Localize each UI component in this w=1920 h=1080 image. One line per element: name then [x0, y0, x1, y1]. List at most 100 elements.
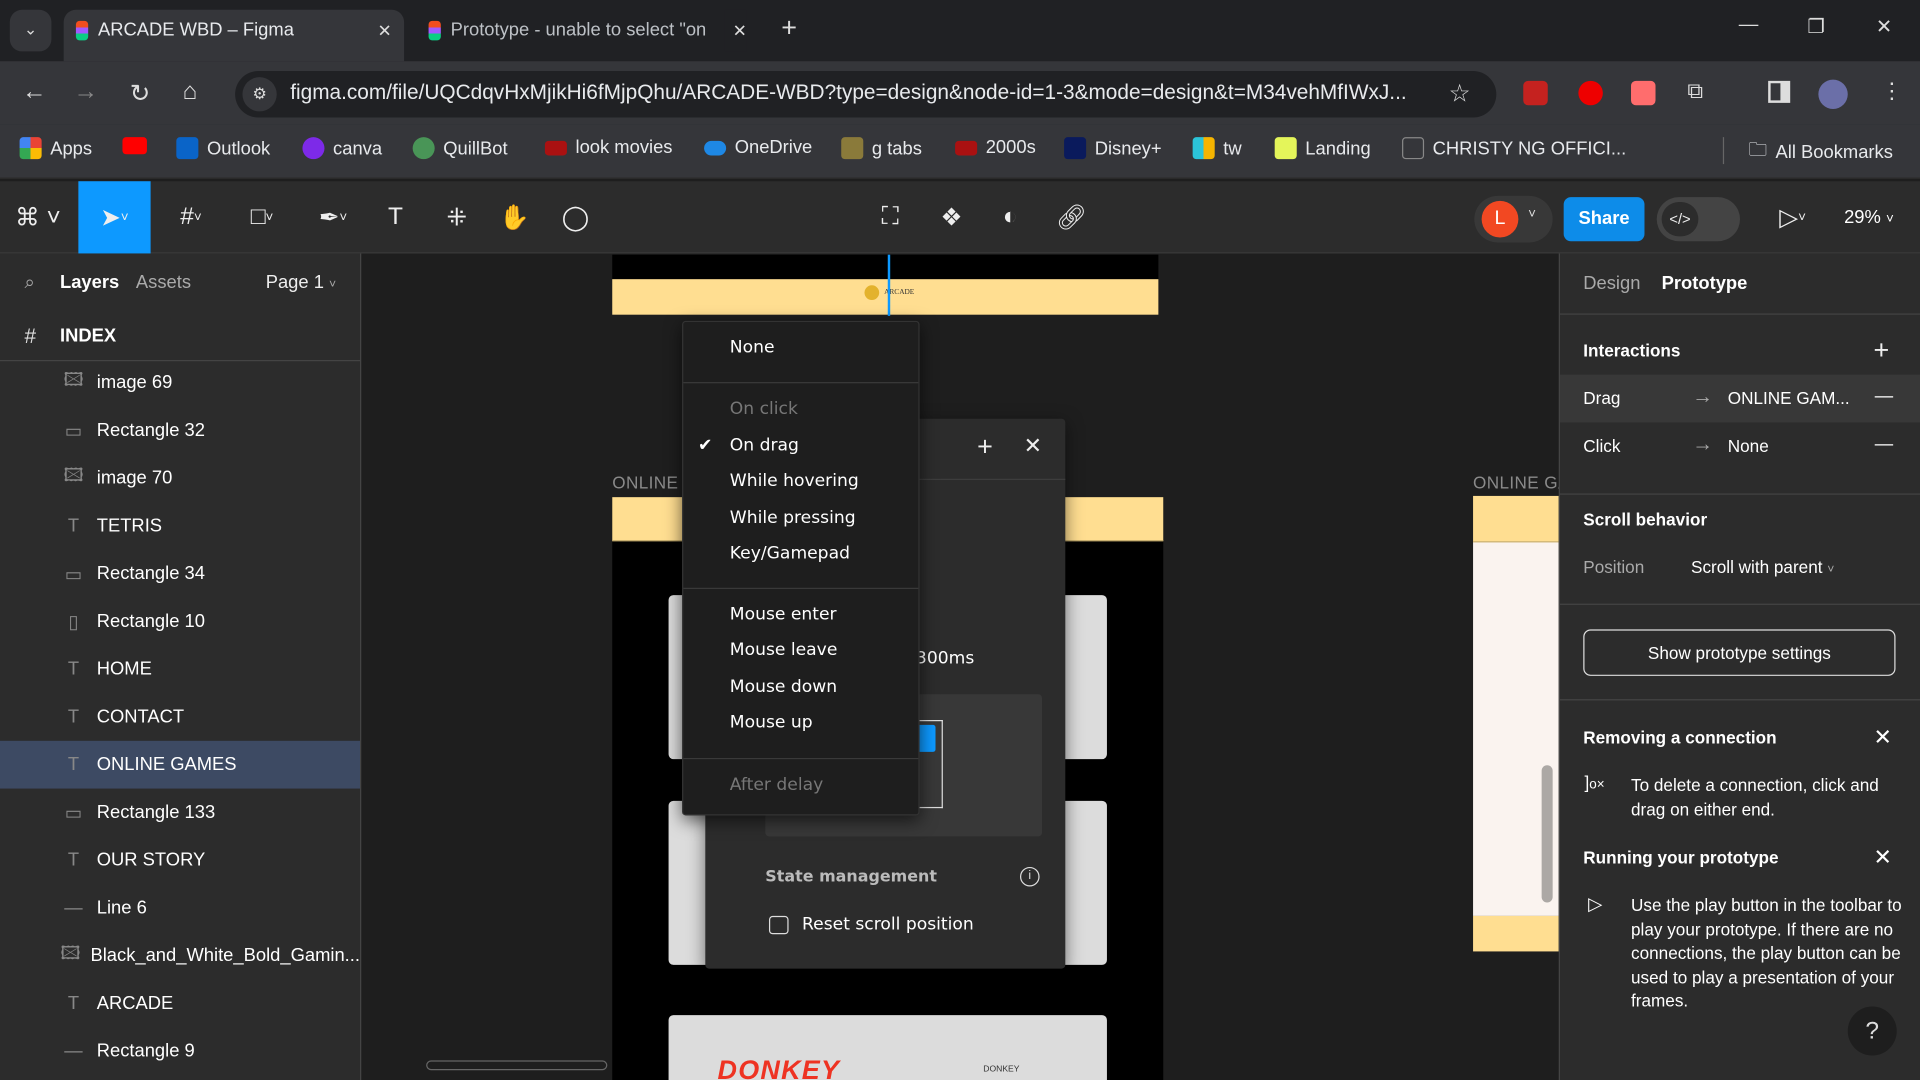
- close-icon[interactable]: ✕: [1024, 433, 1042, 459]
- bookmark-quillbot[interactable]: QuillBot: [412, 137, 508, 160]
- bookmark-outlook[interactable]: Outlook: [176, 137, 270, 160]
- frame-selection-icon[interactable]: ⛶: [872, 181, 909, 253]
- horizontal-scrollbar[interactable]: [426, 1060, 608, 1071]
- close-tip-icon[interactable]: ✕: [1873, 845, 1891, 871]
- minimize-icon[interactable]: —: [1739, 15, 1759, 37]
- vm-extension-icon[interactable]: [1523, 80, 1548, 106]
- present-play-icon[interactable]: ▷ ˅: [1768, 181, 1817, 253]
- frame-tool-icon[interactable]: # ˅: [164, 181, 218, 253]
- close-tab-icon[interactable]: ✕: [725, 9, 747, 52]
- bookmark-christy-ng[interactable]: CHRISTY NG OFFICI...: [1402, 137, 1626, 160]
- close-tip-icon[interactable]: ✕: [1873, 725, 1891, 751]
- position-select[interactable]: Scroll with parent ˅: [1691, 557, 1834, 577]
- tab-layers[interactable]: Layers: [60, 272, 119, 293]
- bookmark-star-icon[interactable]: ☆: [1449, 78, 1471, 109]
- menu-item[interactable]: Key/Gamepad: [730, 544, 850, 564]
- bookmark-onedrive[interactable]: OneDrive: [704, 137, 812, 158]
- menu-item[interactable]: Mouse leave: [730, 640, 838, 660]
- side-panel-icon[interactable]: [1768, 80, 1791, 103]
- info-icon[interactable]: i: [1020, 866, 1040, 887]
- main-menu-figma-icon[interactable]: ⌘ ˅: [10, 181, 66, 253]
- layer-item[interactable]: ▭ Rectangle 32: [0, 407, 360, 455]
- back-icon[interactable]: ←: [22, 78, 46, 106]
- menu-item[interactable]: Mouse down: [730, 677, 837, 697]
- resources-icon[interactable]: ⁜: [438, 181, 475, 253]
- chevron-down-icon[interactable]: ˅: [1528, 207, 1536, 222]
- home-icon[interactable]: ⌂: [182, 78, 197, 106]
- layer-item[interactable]: ▭ Rectangle 133: [0, 789, 360, 837]
- text-tool-icon[interactable]: T: [377, 181, 414, 253]
- menu-item[interactable]: On drag: [730, 436, 799, 456]
- menu-item[interactable]: None: [730, 338, 775, 358]
- interaction-target[interactable]: ONLINE GAM...: [1728, 388, 1850, 408]
- link-icon[interactable]: 🔗︎: [1053, 181, 1090, 253]
- tab-search-chevron-icon[interactable]: ⌄: [9, 9, 52, 52]
- duration-value[interactable]: 300ms: [916, 649, 974, 669]
- menu-item[interactable]: While pressing: [730, 508, 856, 528]
- new-tab-button[interactable]: +: [781, 12, 797, 44]
- bookmark-look-movies[interactable]: look movies: [544, 137, 672, 158]
- reset-scroll-label[interactable]: Reset scroll position: [802, 915, 974, 935]
- rectangle-tool-icon[interactable]: □ ˅: [235, 181, 289, 253]
- close-tab-icon[interactable]: ✕: [377, 10, 391, 52]
- layer-item[interactable]: — Rectangle 9: [0, 1027, 360, 1075]
- bookmark-apps[interactable]: Apps: [19, 137, 92, 160]
- bookmark-canva[interactable]: canva: [302, 137, 382, 160]
- hand-tool-icon[interactable]: ✋: [496, 181, 533, 253]
- comment-tool-icon[interactable]: ◯: [557, 181, 594, 253]
- layer-item[interactable]: ▭ Rectangle 34: [0, 550, 360, 598]
- user-avatar[interactable]: L: [1481, 200, 1519, 238]
- help-button[interactable]: ?: [1847, 1006, 1897, 1056]
- bookmark-2000s[interactable]: 2000s: [955, 137, 1036, 158]
- layer-item[interactable]: T TETRIS: [0, 502, 360, 550]
- menu-item[interactable]: Mouse up: [730, 713, 813, 733]
- layer-frame-index[interactable]: INDEX: [60, 326, 116, 347]
- tab-arcade-figma[interactable]: ARCADE WBD – Figma ✕: [63, 9, 405, 62]
- profile-avatar[interactable]: [1818, 79, 1848, 109]
- zoom-level[interactable]: 29% ˅: [1844, 207, 1894, 228]
- extensions-puzzle-icon[interactable]: ⧉: [1687, 78, 1703, 104]
- url-text[interactable]: figma.com/file/UQCdqvHxMjikHi6fMjpQhu/AR…: [290, 81, 1406, 105]
- menu-item[interactable]: Mouse enter: [730, 605, 837, 625]
- interaction-trigger[interactable]: Drag: [1583, 388, 1620, 408]
- restore-icon[interactable]: ❐: [1807, 15, 1825, 39]
- layer-item[interactable]: T OUR STORY: [0, 836, 360, 884]
- move-tool-icon[interactable]: ➤ ˅: [78, 181, 151, 254]
- tab-design[interactable]: Design: [1583, 273, 1640, 294]
- frame-label-online-games-2[interactable]: ONLINE GA: [1473, 473, 1559, 493]
- layer-item[interactable]: T CONTACT: [0, 693, 360, 741]
- site-settings-icon[interactable]: ⚙: [242, 77, 277, 112]
- remove-interaction-icon[interactable]: —: [1875, 433, 1893, 454]
- layer-item[interactable]: T ONLINE GAMES: [0, 740, 361, 789]
- page-selector[interactable]: Page 1 ˅: [266, 272, 336, 293]
- chrome-menu-icon[interactable]: ⋮: [1881, 78, 1903, 104]
- search-layers-icon[interactable]: ⌕: [24, 272, 34, 293]
- layer-item[interactable]: 🖾 Black_and_White_Bold_Gamin...: [0, 932, 360, 980]
- close-window-icon[interactable]: ✕: [1876, 15, 1892, 39]
- layer-item[interactable]: 🖾 image 70: [0, 454, 360, 502]
- tab-prototype[interactable]: Prototype: [1662, 273, 1748, 294]
- component-icon[interactable]: ❖: [933, 181, 970, 253]
- menu-item[interactable]: While hovering: [730, 471, 859, 491]
- layer-item[interactable]: T HOME: [0, 645, 360, 693]
- show-prototype-settings-button[interactable]: Show prototype settings: [1583, 629, 1896, 676]
- reset-scroll-checkbox[interactable]: [768, 915, 789, 935]
- bookmark-g-tabs[interactable]: g tabs: [841, 137, 922, 160]
- bookmark-disney[interactable]: Disney+: [1064, 137, 1162, 160]
- share-button[interactable]: Share: [1563, 197, 1645, 242]
- all-bookmarks[interactable]: 🗀 All Bookmarks: [1749, 137, 1893, 168]
- recorder-extension-icon[interactable]: [1631, 80, 1656, 106]
- bookmark-tw[interactable]: tw: [1192, 137, 1242, 160]
- pen-tool-icon[interactable]: ✒ ˅: [306, 181, 360, 253]
- tab-prototype[interactable]: Prototype - unable to select "on ✕: [416, 9, 759, 61]
- interaction-target[interactable]: None: [1728, 436, 1769, 456]
- layer-item[interactable]: 🖾 image 69: [0, 359, 360, 407]
- reload-icon[interactable]: ↻: [130, 78, 151, 109]
- remove-interaction-icon[interactable]: —: [1875, 386, 1893, 407]
- bookmark-landing[interactable]: Landing: [1274, 137, 1371, 160]
- layer-item[interactable]: ▯ Rectangle 10: [0, 598, 360, 646]
- forward-icon[interactable]: →: [73, 78, 97, 106]
- mask-icon[interactable]: ◐: [992, 181, 1029, 253]
- add-icon[interactable]: +: [977, 431, 993, 463]
- layer-item[interactable]: T ARCADE: [0, 980, 360, 1028]
